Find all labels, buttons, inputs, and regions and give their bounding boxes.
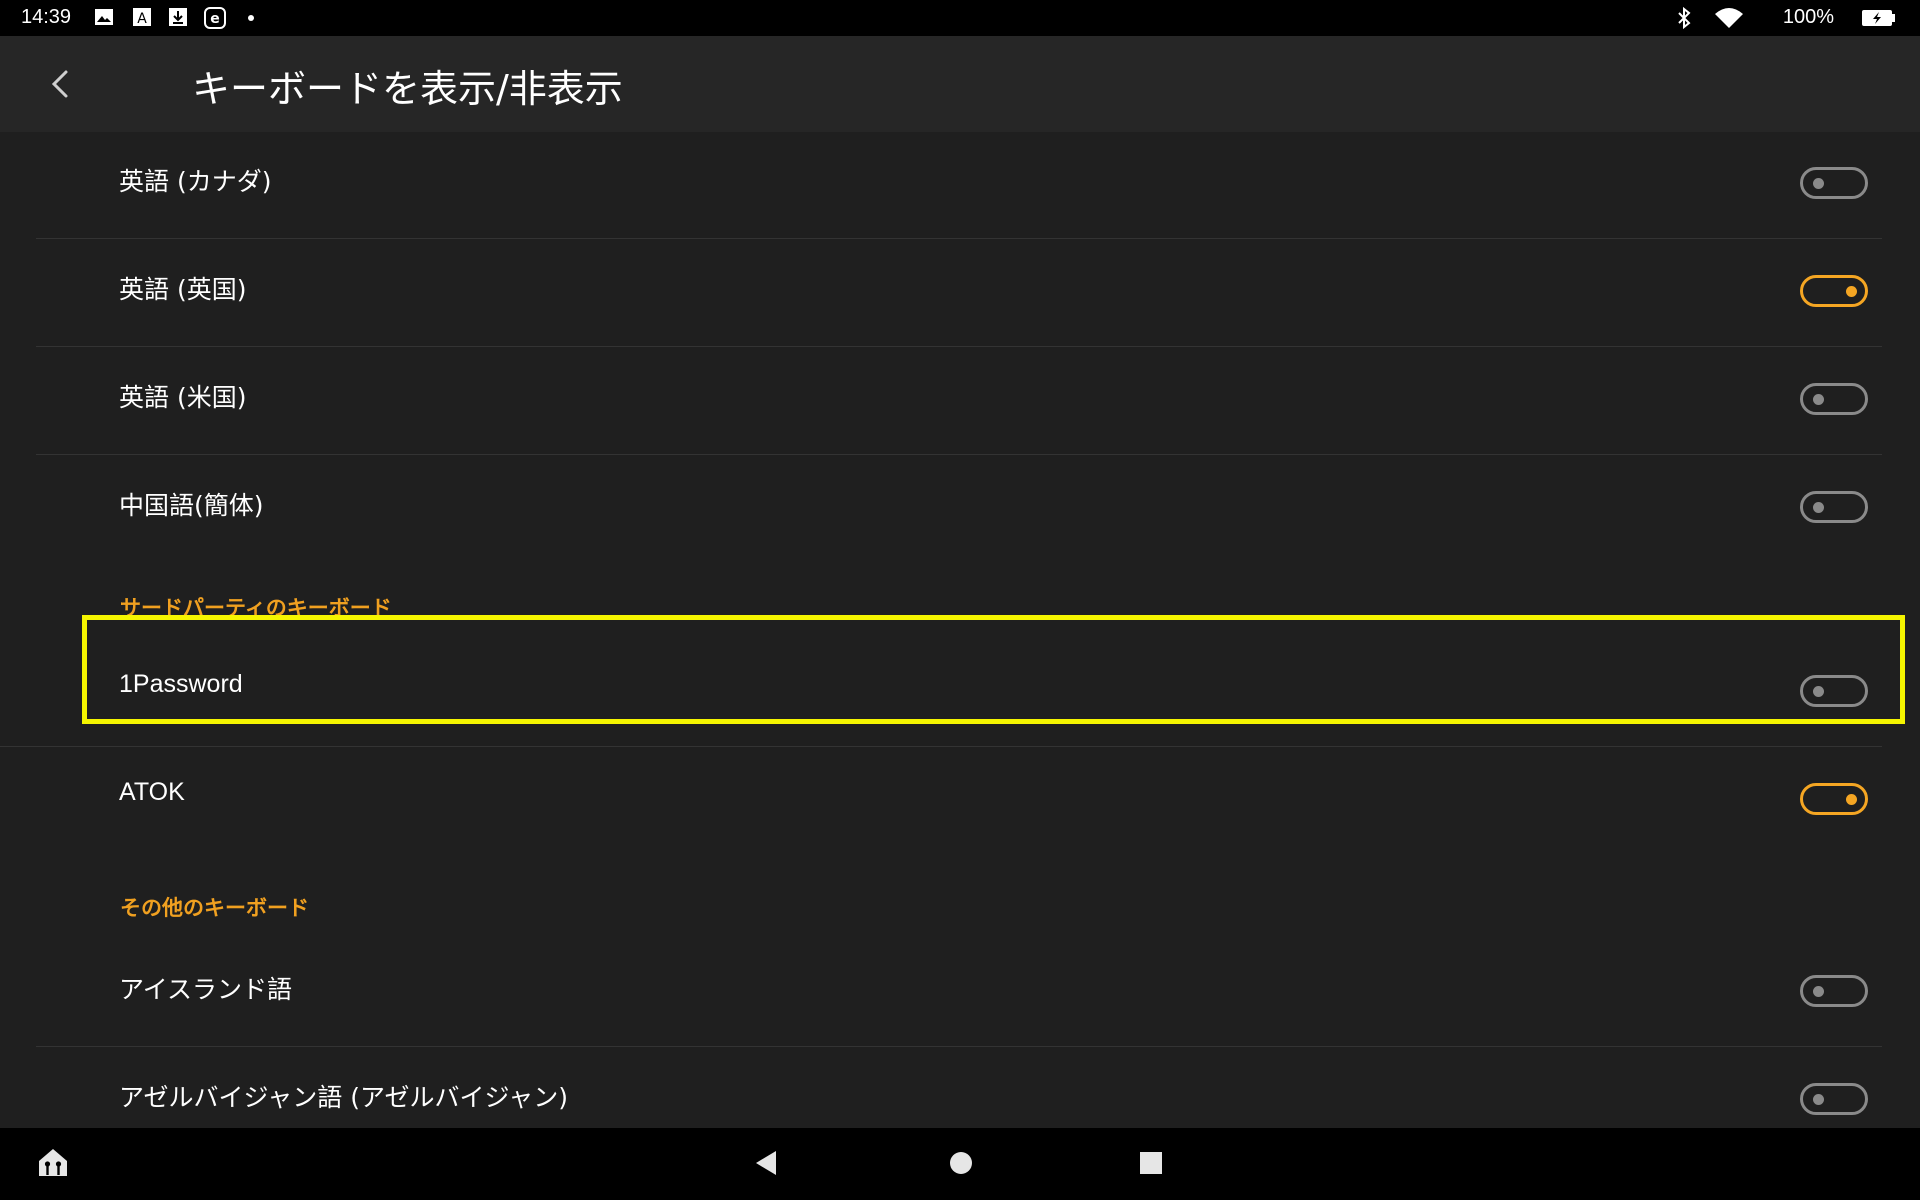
nav-home-button[interactable]	[947, 1149, 975, 1181]
section-header-third-party: サードパーティのキーボード	[120, 596, 392, 620]
back-triangle-icon	[752, 1151, 780, 1182]
app-header: キーボードを表示/非表示	[0, 36, 1920, 132]
toggle-switch[interactable]	[1800, 491, 1868, 523]
toggle-switch[interactable]	[1800, 275, 1868, 307]
toggle-knob	[1846, 794, 1857, 805]
list-item-label: 英語 (カナダ)	[119, 167, 272, 196]
toggle-knob	[1813, 686, 1824, 697]
download-icon	[168, 7, 188, 31]
toggle-knob	[1813, 394, 1824, 405]
battery-icon	[1862, 9, 1896, 31]
list-item[interactable]: 1Password	[0, 640, 1882, 747]
toggle-knob	[1813, 178, 1824, 189]
bluetooth-icon	[1676, 6, 1692, 34]
status-time: 14:39	[21, 6, 72, 28]
toggle-switch[interactable]	[1800, 675, 1868, 707]
toggle-knob	[1813, 1094, 1824, 1105]
back-button[interactable]	[36, 60, 84, 108]
home-apps-button[interactable]	[36, 1145, 70, 1183]
page-title: キーボードを表示/非表示	[192, 67, 623, 111]
status-system-icons: 100%	[1676, 5, 1896, 31]
list-item[interactable]: 英語 (英国)	[36, 240, 1882, 347]
list-item[interactable]: ATOK	[36, 748, 1882, 855]
nav-back-button[interactable]	[752, 1148, 780, 1182]
list-item-label: 英語 (米国)	[119, 383, 247, 412]
list-item[interactable]: 英語 (カナダ)	[36, 132, 1882, 239]
section-header-other: その他のキーボード	[120, 896, 309, 920]
toggle-switch[interactable]	[1800, 783, 1868, 815]
toggle-switch[interactable]	[1800, 975, 1868, 1007]
wifi-icon	[1714, 6, 1744, 34]
nav-recents-button[interactable]	[1138, 1149, 1164, 1181]
recents-square-icon	[1138, 1152, 1164, 1181]
status-bar: 14:39 A e 100%	[0, 0, 1920, 36]
toggle-switch[interactable]	[1800, 383, 1868, 415]
list-item[interactable]: アゼルバイジャン語 (アゼルバイジャン)	[36, 1048, 1882, 1128]
navigation-bar	[0, 1128, 1920, 1200]
dot-icon	[246, 7, 256, 31]
home-apps-icon	[36, 1149, 70, 1183]
font-a-icon: A	[132, 7, 152, 31]
svg-text:A: A	[137, 11, 147, 27]
toggle-knob	[1813, 502, 1824, 513]
image-icon	[94, 7, 114, 31]
chevron-left-icon	[36, 70, 84, 112]
keyboard-list[interactable]: 英語 (カナダ) 英語 (英国) 英語 (米国) 中国語(簡体) サードパーティ…	[0, 132, 1920, 1128]
list-item[interactable]: アイスランド語	[36, 940, 1882, 1047]
list-item-label: アゼルバイジャン語 (アゼルバイジャン)	[119, 1083, 568, 1112]
e-app-icon: e	[204, 7, 226, 33]
list-item-label: ATOK	[119, 778, 185, 806]
toggle-knob	[1813, 986, 1824, 997]
list-item[interactable]: 中国語(簡体)	[36, 456, 1882, 563]
list-item-label: 英語 (英国)	[119, 275, 247, 304]
list-item-label: 1Password	[119, 670, 243, 698]
list-item[interactable]: 英語 (米国)	[36, 348, 1882, 455]
list-item-label: 中国語(簡体)	[119, 491, 264, 520]
battery-percent: 100%	[1782, 6, 1834, 28]
toggle-switch[interactable]	[1800, 1083, 1868, 1115]
home-circle-icon	[947, 1152, 975, 1181]
svg-text:e: e	[210, 11, 220, 27]
toggle-knob	[1846, 286, 1857, 297]
toggle-switch[interactable]	[1800, 167, 1868, 199]
list-item-label: アイスランド語	[119, 975, 293, 1004]
